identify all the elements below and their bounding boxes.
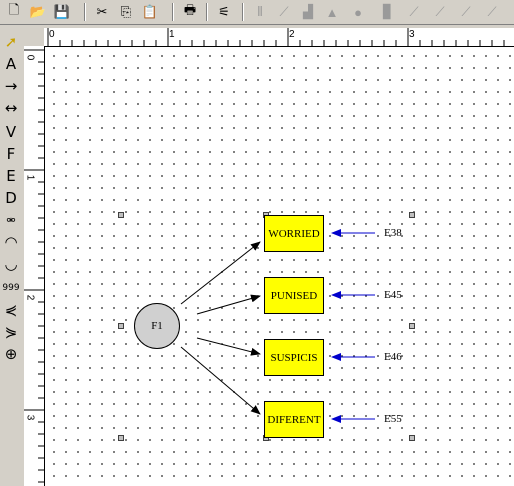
selection-handle[interactable] (409, 323, 415, 329)
cut-icon[interactable]: ✂ (92, 2, 112, 22)
ruler-label: 2 (289, 29, 295, 40)
new-file-icon[interactable]: 🗋 (4, 2, 24, 22)
chart-2-icon[interactable]: ⟋ (274, 2, 294, 22)
error-tool[interactable]: E (0, 166, 22, 186)
loading-arrow-worried[interactable] (180, 241, 261, 305)
ruler-label: 0 (24, 54, 36, 61)
ruler-label: 1 (169, 29, 175, 40)
diagram-icon[interactable]: ⚟ (214, 2, 234, 22)
indicator-label: DIFERENT (267, 413, 321, 426)
variable-tool[interactable]: V (0, 122, 22, 142)
error-tool-label: E (6, 167, 16, 185)
ruler-label: 3 (409, 29, 415, 40)
selection-handle[interactable] (409, 212, 415, 218)
ruler-label: 2 (24, 294, 36, 301)
chart-3-icon[interactable]: ▟ (298, 2, 318, 22)
fan-right-icon[interactable]: ⋟ (0, 322, 22, 342)
print-icon[interactable]: 🖶 (180, 2, 200, 22)
indicator-label: SUSPICIS (270, 351, 318, 364)
chart-8-icon[interactable]: ⟋ (430, 2, 450, 22)
value-tool-label: 999 (2, 283, 20, 293)
indicator-suspicis[interactable]: SUSPICIS (264, 339, 324, 376)
paste-icon[interactable]: 📋 (140, 2, 160, 22)
error-e38[interactable]: E38 (384, 227, 402, 239)
factor-f1[interactable]: F1 (134, 303, 180, 349)
value-tool[interactable]: 999 (0, 278, 22, 298)
pointer-icon[interactable]: ➚ (0, 32, 22, 52)
disturbance-tool[interactable]: D (0, 188, 22, 208)
loading-arrow-suspicis[interactable] (196, 337, 261, 356)
crosshair-icon[interactable]: ⊕ (0, 344, 22, 364)
selection-handle[interactable] (118, 212, 124, 218)
indicator-punised[interactable]: PUNISED (264, 277, 324, 314)
chart-1-icon[interactable]: ⦀ (250, 2, 270, 22)
top-ruler: 0 1 2 3 (44, 28, 514, 47)
chart-7-icon[interactable]: ⟋ (404, 2, 424, 22)
ruler-label: 3 (24, 414, 36, 421)
indicator-worried[interactable]: WORRIED (264, 215, 324, 252)
toolbar-separator (206, 3, 208, 21)
error-e45[interactable]: E45 (384, 289, 402, 301)
text-tool[interactable]: A (0, 54, 22, 74)
curve-up-icon[interactable]: ◠ (0, 232, 22, 252)
loading-arrow-diferent[interactable] (180, 346, 261, 415)
error-e55[interactable]: E55 (384, 413, 402, 425)
selection-handle[interactable] (409, 435, 415, 441)
indicator-diferent[interactable]: DIFERENT (264, 401, 324, 438)
loading-arrow-punised[interactable] (196, 294, 261, 315)
link-icon[interactable]: ⚮ (0, 210, 22, 230)
error-e46[interactable]: E46 (384, 351, 402, 363)
copy-icon[interactable]: ⎘ (116, 2, 136, 22)
arrow-right-icon[interactable]: → (0, 76, 22, 96)
factor-tool[interactable]: F (0, 144, 22, 164)
chart-6-icon[interactable]: ▊ (378, 2, 398, 22)
double-arrow-icon[interactable]: ↔ (0, 98, 22, 118)
main-toolbar: 🗋 📂 💾 ✂ ⎘ 📋 🖶 ⚟ ⦀ ⟋ ▟ ▲ ● ▊ ⟋ ⟋ ⟋ ⟋ (0, 0, 514, 25)
tool-palette: ➚ A → ↔ V F E D ⚮ ◠ ◡ 999 ⋞ ⋟ ⊕ (0, 30, 22, 486)
variable-tool-label: V (5, 123, 17, 141)
ruler-label: 0 (49, 29, 55, 40)
save-icon[interactable]: 💾 (52, 2, 72, 22)
diagram-canvas[interactable]: F1 WORRIED PUNISED SUSPICIS DIFERENT E38… (45, 47, 514, 486)
factor-label: F1 (151, 320, 163, 332)
toolbar-separator (172, 3, 174, 21)
curve-down-icon[interactable]: ◡ (0, 254, 22, 274)
selection-handle[interactable] (118, 323, 124, 329)
factor-tool-label: F (6, 145, 16, 163)
ruler-corner (24, 28, 44, 46)
indicator-label: PUNISED (270, 289, 318, 302)
left-ruler: 0 1 2 3 (24, 46, 45, 486)
text-tool-label: A (5, 55, 17, 73)
chart-9-icon[interactable]: ⟋ (456, 2, 476, 22)
fan-left-icon[interactable]: ⋞ (0, 300, 22, 320)
indicator-label: WORRIED (268, 227, 320, 240)
ruler-label: 1 (24, 174, 36, 181)
chart-4-icon[interactable]: ▲ (322, 2, 342, 22)
selection-handle[interactable] (118, 435, 124, 441)
disturbance-tool-label: D (5, 189, 17, 207)
chart-10-icon[interactable]: ⟋ (482, 2, 502, 22)
toolbar-separator (84, 3, 86, 21)
open-folder-icon[interactable]: 📂 (28, 2, 48, 22)
chart-5-icon[interactable]: ● (348, 2, 368, 22)
toolbar-separator (242, 3, 244, 21)
